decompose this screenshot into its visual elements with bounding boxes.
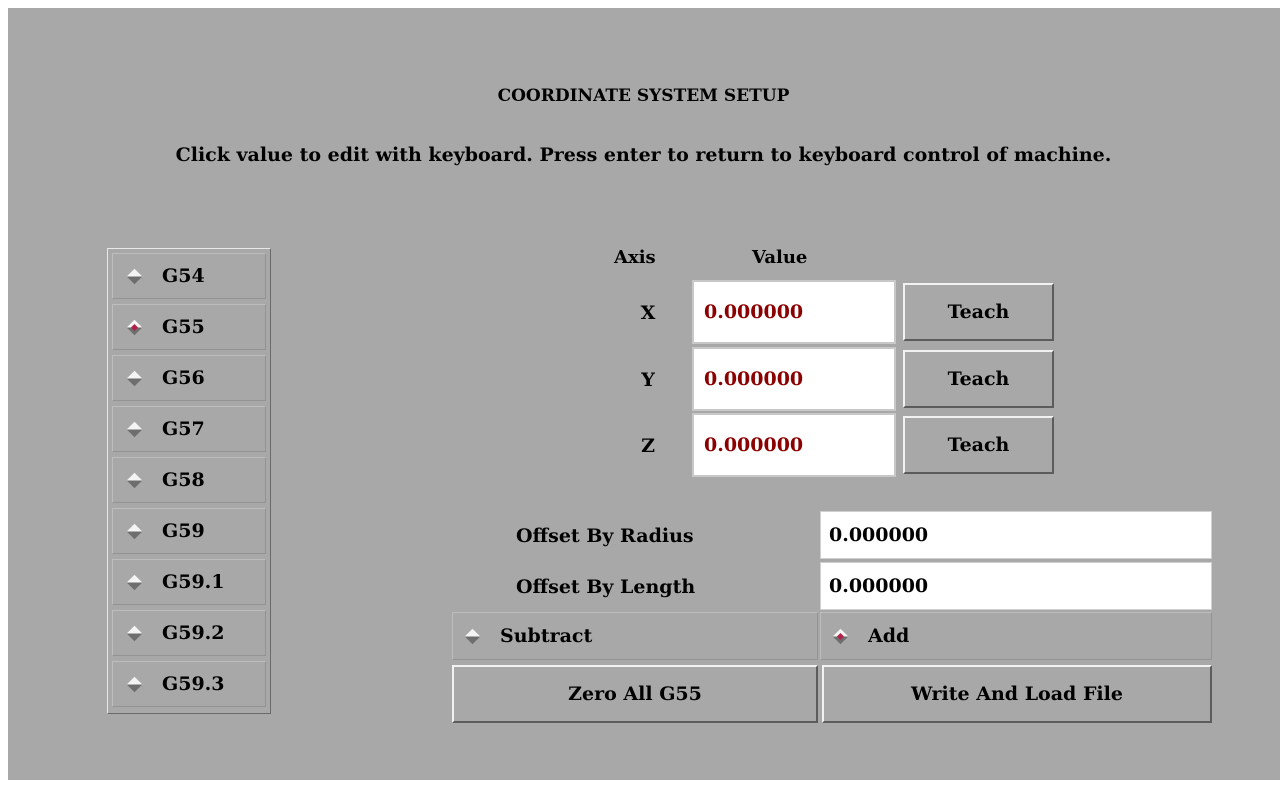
radio-diamond-icon	[464, 628, 481, 644]
radio-g57[interactable]: G57	[112, 406, 266, 452]
radio-subtract[interactable]: Subtract	[452, 612, 818, 660]
offset-radius-label: Offset By Radius	[516, 525, 694, 547]
axis-y-label: Y	[641, 369, 655, 391]
radio-label: G54	[162, 265, 205, 287]
radio-label: G58	[162, 469, 205, 491]
radio-diamond-icon	[126, 472, 143, 488]
teach-y-button[interactable]: Teach	[903, 350, 1054, 408]
axis-header: Axis	[614, 247, 656, 268]
write-and-load-file-button[interactable]: Write And Load File	[822, 665, 1212, 723]
radio-diamond-selected-icon	[832, 628, 849, 644]
axis-y-value-field[interactable]: 0.000000	[692, 347, 896, 411]
instruction-text: Click value to edit with keyboard. Press…	[175, 144, 1112, 166]
offset-radius-field[interactable]: 0.000000	[820, 511, 1212, 559]
radio-label: G59.1	[162, 571, 225, 593]
radio-g54[interactable]: G54	[112, 253, 266, 299]
teach-x-button[interactable]: Teach	[903, 283, 1054, 341]
zero-all-button[interactable]: Zero All G55	[452, 665, 818, 723]
offset-length-label: Offset By Length	[516, 576, 696, 598]
radio-diamond-icon	[126, 625, 143, 641]
radio-g59-3[interactable]: G59.3	[112, 661, 266, 707]
radio-label: G55	[162, 316, 205, 338]
axis-x-value-field[interactable]: 0.000000	[692, 280, 896, 344]
radio-label: G56	[162, 367, 205, 389]
coordinate-system-list: G54 G55 G56 G57 G58 G59 G59.1 G59.2 G59.…	[107, 248, 271, 714]
radio-diamond-icon	[126, 268, 143, 284]
radio-diamond-selected-icon	[126, 319, 143, 335]
axis-z-value-field[interactable]: 0.000000	[692, 413, 896, 477]
offset-length-field[interactable]: 0.000000	[820, 562, 1212, 610]
radio-label: G59.3	[162, 673, 225, 695]
radio-diamond-icon	[126, 421, 143, 437]
radio-label: G59	[162, 520, 205, 542]
radio-diamond-icon	[126, 523, 143, 539]
radio-g59[interactable]: G59	[112, 508, 266, 554]
radio-diamond-icon	[126, 676, 143, 692]
radio-g55[interactable]: G55	[112, 304, 266, 350]
page-title: COORDINATE SYSTEM SETUP	[497, 86, 790, 106]
value-header: Value	[752, 247, 808, 268]
radio-g59-2[interactable]: G59.2	[112, 610, 266, 656]
radio-label: Subtract	[500, 625, 593, 647]
teach-z-button[interactable]: Teach	[903, 416, 1054, 474]
axis-z-label: Z	[641, 435, 655, 457]
radio-diamond-icon	[126, 574, 143, 590]
radio-label: Add	[868, 625, 910, 647]
radio-g58[interactable]: G58	[112, 457, 266, 503]
radio-diamond-icon	[126, 370, 143, 386]
radio-add[interactable]: Add	[820, 612, 1212, 660]
radio-g59-1[interactable]: G59.1	[112, 559, 266, 605]
axis-x-label: X	[640, 302, 656, 324]
radio-label: G57	[162, 418, 205, 440]
radio-label: G59.2	[162, 622, 225, 644]
radio-g56[interactable]: G56	[112, 355, 266, 401]
